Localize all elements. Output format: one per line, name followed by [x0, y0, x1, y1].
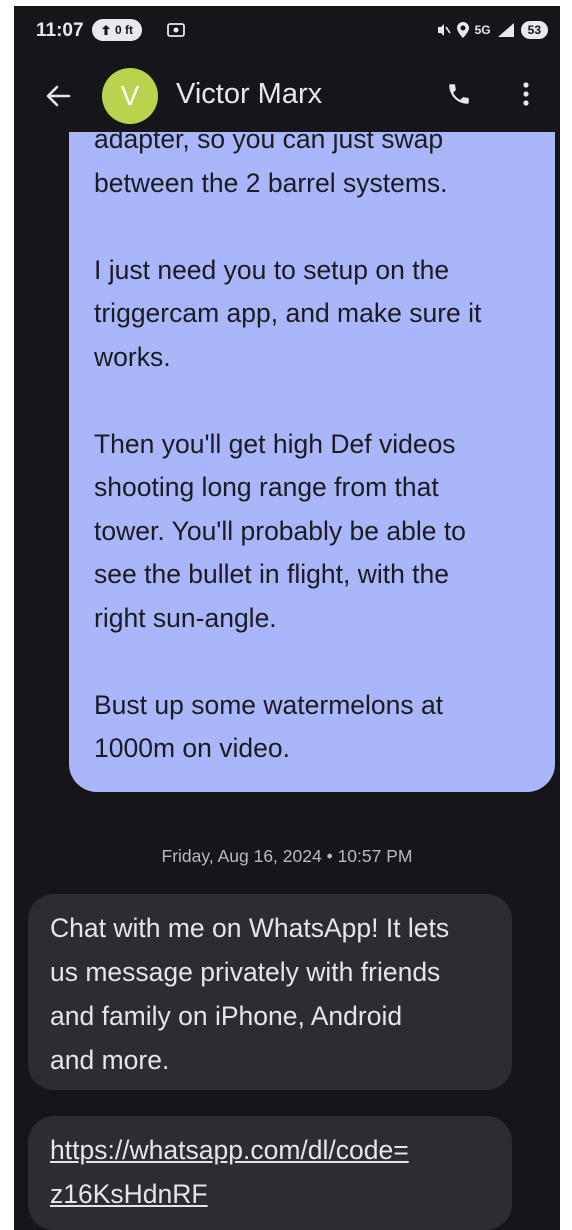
location-icon	[456, 22, 469, 38]
message-line: right sun-angle.	[94, 602, 277, 633]
phone-icon	[449, 84, 469, 104]
phone-screen: 11:07 0 ft 5G 53 V Victor Marx adapter, …	[14, 6, 560, 1230]
contact-name[interactable]: Victor Marx	[176, 78, 322, 111]
message-line: see the bullet in flight, with the	[94, 559, 450, 589]
screenshot-icon	[167, 23, 185, 37]
message-paragraph: I just need you to setup on the triggerc…	[94, 249, 531, 380]
message-paragraph: Then you'll get high Def videos shooting…	[94, 423, 531, 641]
message-line: triggercam app, and make sure it	[94, 298, 482, 328]
message-paragraph: Bust up some watermelons at 1000m on vid…	[94, 684, 531, 771]
message-line: works.	[94, 341, 171, 372]
message-line: between the 2 barrel systems.	[94, 167, 448, 198]
message-line: shooting long range from that	[94, 472, 439, 502]
message-line: and more.	[50, 1045, 170, 1075]
outgoing-message-bubble[interactable]: adapter, so you can just swap between th…	[69, 132, 555, 792]
contact-avatar[interactable]: V	[102, 68, 158, 124]
conversation-header: V Victor Marx	[14, 56, 560, 132]
signal-icon	[497, 23, 514, 37]
mute-vibrate-icon	[437, 24, 451, 36]
message-paragraph: adapter, so you can just swap between th…	[94, 132, 531, 205]
message-line: tower. You'll probably be able to	[94, 515, 466, 546]
message-line: 1000m on video.	[94, 733, 290, 763]
data-speed: 0 ft	[115, 23, 133, 37]
back-arrow-icon	[46, 85, 71, 107]
status-time: 11:07	[36, 20, 84, 41]
more-options-button[interactable]	[506, 74, 546, 114]
link-line: https://whatsapp.com/dl/code=	[50, 1135, 409, 1165]
message-line: adapter, so you can just swap	[94, 132, 444, 154]
message-line: and family on iPhone, Android	[50, 1001, 403, 1031]
network-label: 5G	[474, 23, 491, 37]
data-usage-pill: 0 ft	[92, 19, 142, 41]
whatsapp-link[interactable]: https://whatsapp.com/dl/code= z16KsHdnRF	[50, 1135, 409, 1209]
incoming-message-bubble[interactable]: Chat with me on WhatsApp! It lets us mes…	[28, 894, 512, 1090]
upload-arrow-icon	[102, 25, 110, 35]
message-line: Chat with me on WhatsApp! It lets	[50, 913, 450, 943]
status-bar: 11:07 0 ft 5G 53	[14, 6, 560, 56]
status-right-group: 5G 53	[435, 18, 548, 42]
message-line: Then you'll get high Def videos	[94, 428, 456, 459]
incoming-link-bubble[interactable]: https://whatsapp.com/dl/code= z16KsHdnRF	[28, 1116, 512, 1230]
message-timestamp: Friday, Aug 16, 2024 • 10:57 PM	[161, 846, 413, 866]
message-list[interactable]: adapter, so you can just swap between th…	[14, 132, 560, 1230]
back-button[interactable]	[38, 76, 78, 116]
message-line: Bust up some watermelons at	[94, 689, 444, 720]
more-vertical-icon	[523, 82, 529, 106]
message-line: us message privately with friends	[50, 957, 441, 987]
call-button[interactable]	[439, 74, 479, 114]
battery-badge: 53	[520, 21, 548, 39]
message-line: I just need you to setup on the	[94, 254, 450, 285]
link-line: z16KsHdnRF	[50, 1179, 208, 1209]
